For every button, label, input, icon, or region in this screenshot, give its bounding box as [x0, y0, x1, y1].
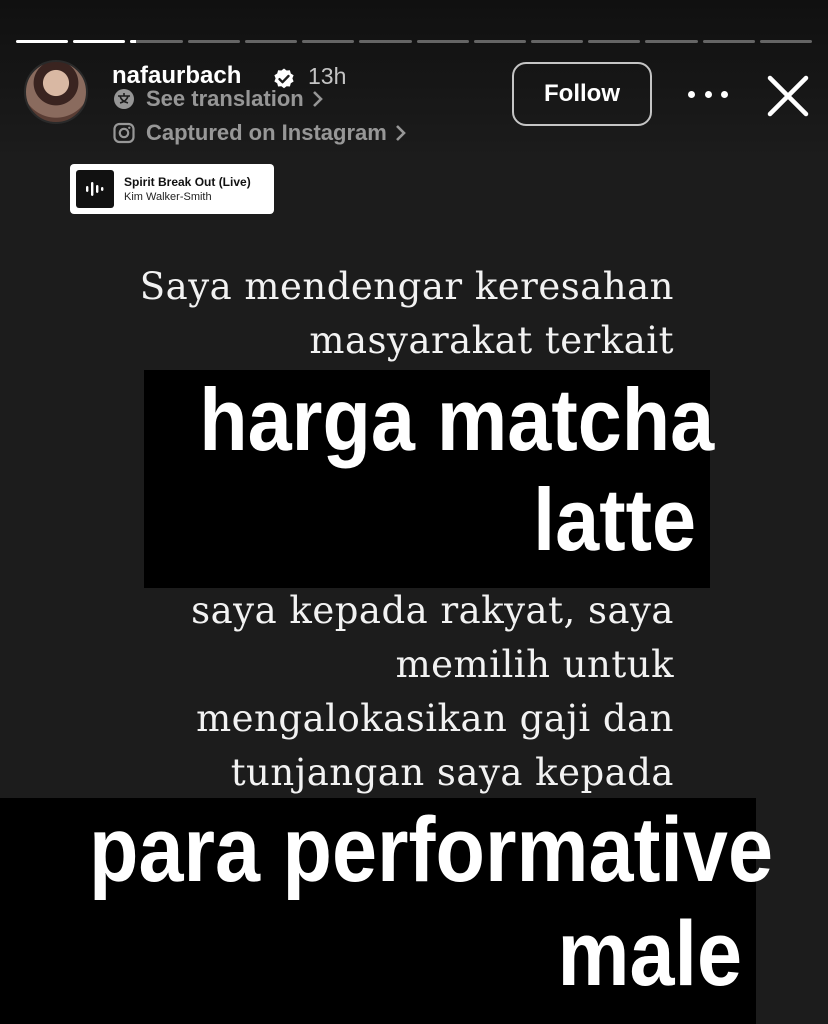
camera-icon	[113, 122, 135, 144]
close-icon[interactable]	[764, 72, 812, 120]
progress-segment	[416, 40, 469, 43]
chevron-right-icon	[395, 125, 406, 141]
song-title: Spirit Break Out (Live)	[124, 174, 251, 189]
captured-on-label: Captured on Instagram	[146, 120, 387, 145]
song-artist: Kim Walker-Smith	[124, 190, 212, 203]
progress-segment	[530, 40, 584, 43]
follow-button[interactable]: Follow	[512, 62, 652, 126]
progress-segment	[130, 40, 183, 43]
see-translation-label: See translation	[146, 86, 304, 111]
chevron-right-icon	[312, 91, 323, 107]
progress-fill	[130, 40, 136, 43]
highlight-line: harga matcha	[199, 370, 715, 469]
progress-segment	[244, 40, 298, 43]
avatar[interactable]	[24, 60, 88, 124]
progress-segment	[473, 40, 526, 43]
music-sticker[interactable]: Spirit Break Out (Live) Kim Walker-Smith	[70, 164, 274, 214]
highlight-line: latte	[533, 470, 696, 569]
music-info: Spirit Break Out (Live) Kim Walker-Smith	[124, 174, 251, 205]
progress-segment	[702, 40, 755, 43]
see-translation-link[interactable]: See translation	[112, 86, 324, 112]
captured-on-instagram-link[interactable]: Captured on Instagram	[112, 120, 407, 146]
intro-line: masyarakat terkait	[309, 319, 674, 362]
highlight-line: para performative	[89, 799, 773, 901]
middle-line: memilih untuk	[395, 643, 674, 686]
highlight-text-1: harga matcha latte	[144, 370, 715, 588]
progress-segment	[645, 40, 698, 43]
translate-icon	[114, 89, 134, 109]
highlight-line: male	[557, 903, 742, 1005]
story-viewer: nafaurbach 13h See translation Captured …	[0, 0, 828, 1024]
highlight-text-2: para performative male	[0, 798, 773, 1024]
more-options-icon[interactable]	[688, 80, 728, 108]
progress-segment	[759, 40, 813, 43]
middle-text: saya kepada rakyat, saya memilih untuk m…	[191, 584, 674, 800]
middle-line: mengalokasikan gaji dan	[196, 697, 674, 740]
progress-segment	[187, 40, 240, 43]
progress-segment	[359, 40, 412, 43]
progress-segment	[73, 40, 126, 43]
progress-segment	[588, 40, 641, 43]
audio-wave-icon	[76, 170, 114, 208]
intro-line: Saya mendengar keresahan	[139, 265, 674, 308]
progress-segment	[16, 40, 69, 43]
progress-segment	[302, 40, 355, 43]
progress-fill	[16, 40, 69, 43]
intro-text: Saya mendengar keresahan masyarakat terk…	[140, 260, 674, 368]
story-progress-bar	[16, 40, 813, 43]
middle-line: tunjangan saya kepada	[230, 751, 674, 794]
progress-fill	[73, 40, 126, 43]
middle-line: saya kepada rakyat, saya	[191, 589, 674, 632]
